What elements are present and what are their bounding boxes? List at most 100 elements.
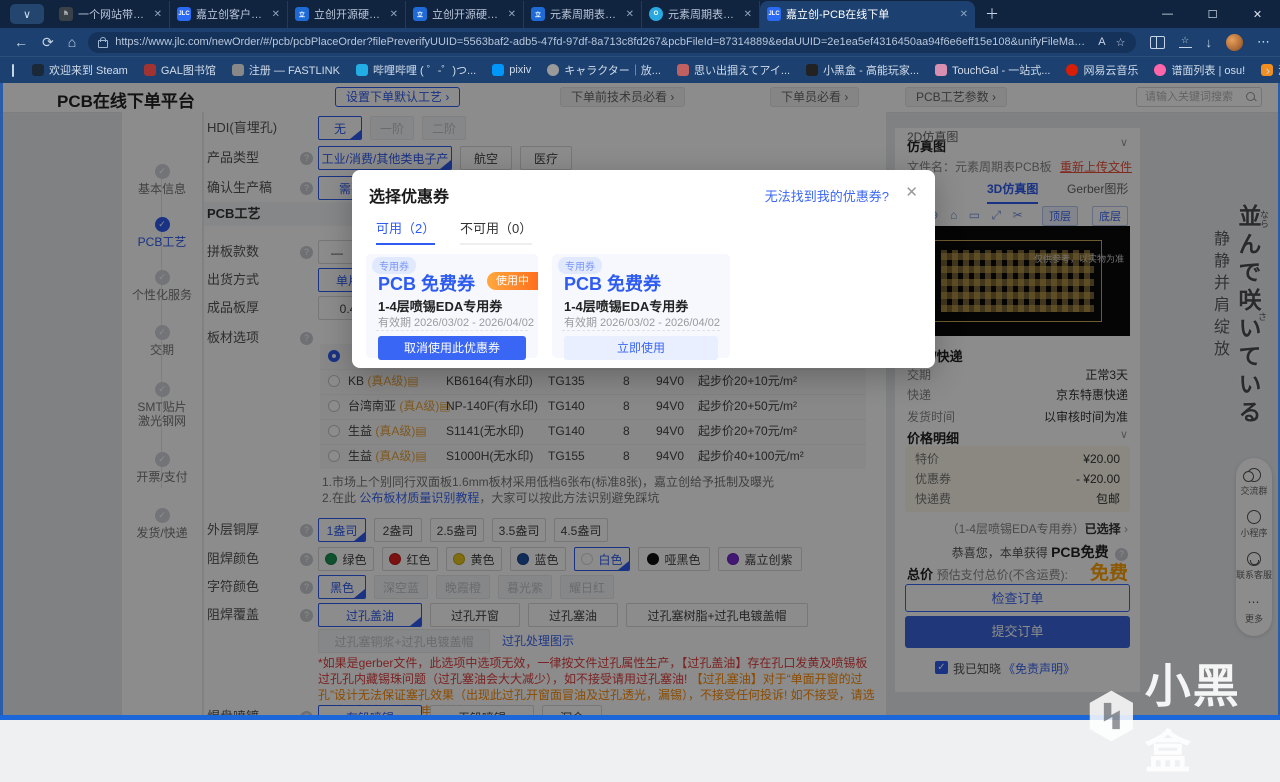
coupon-validity: 有效期 2026/03/02 - 2026/04/02: [378, 317, 534, 329]
tab-close-icon[interactable]: ✕: [626, 9, 634, 20]
tab-close-icon[interactable]: ✕: [960, 9, 968, 20]
bookmark-favicon: [492, 64, 505, 76]
bookmark-favicon: [547, 64, 560, 76]
bookmark-label: 哔哩哔哩 ( ゜-゜)つ...: [372, 65, 477, 77]
tab-title: 嘉立创客户中心: [196, 9, 267, 21]
tab-close-icon[interactable]: ✕: [390, 9, 398, 20]
bookmark-label: TouchGal - 一站式...: [952, 65, 1051, 77]
bookmark-label: pixiv: [509, 64, 532, 76]
close-icon[interactable]: ✕: [905, 183, 918, 201]
browser-tab[interactable]: 立 元素周期表PCB板（可白嫖）- 立 ✕: [524, 0, 642, 28]
bookmark-item[interactable]: 网易云音乐: [1066, 62, 1138, 78]
bookmark-item[interactable]: 思い出掴えてアイ...: [676, 62, 790, 78]
bookmarks-overflow-icon[interactable]: ›: [1266, 63, 1270, 78]
tab-title: 嘉立创-PCB在线下单: [786, 9, 890, 21]
bookmark-item[interactable]: 欢迎来到 Steam: [32, 62, 128, 78]
tab-favicon: JLC: [177, 7, 191, 21]
new-tab-button[interactable]: ＋: [985, 4, 999, 24]
browser-tab-bar: ∨ h 一个网站带你每月白嫖两套PCB小 ✕ JLC 嘉立创客户中心 ✕ 立 立…: [0, 0, 1280, 28]
bookmark-label: キャラクター｜放...: [564, 65, 661, 77]
bookmark-item[interactable]: 哔哩哔哩 ( ゜-゜)つ...: [355, 62, 477, 78]
settings-more-icon[interactable]: ⋯: [1257, 34, 1270, 50]
bookmark-favicon: [806, 64, 819, 76]
coupon-modal: 选择优惠券 无法找到我的优惠券? ✕ 可用（2） 不可用（0） 专用券 PCB …: [352, 170, 935, 368]
use-coupon-button[interactable]: 立即使用: [564, 336, 718, 360]
read-aloud-icon[interactable]: A: [1098, 36, 1105, 48]
favorites-icon[interactable]: ☆: [1178, 36, 1192, 48]
tab-title: 立创开源硬件平台: [432, 9, 503, 21]
bookmark-label: 注册 — FASTLINK: [248, 65, 340, 77]
split-screen-icon[interactable]: [1149, 35, 1165, 49]
bookmark-item[interactable]: 小黑盒 - 高能玩家...: [806, 62, 919, 78]
favorite-star-icon[interactable]: ☆: [1116, 36, 1126, 49]
refresh-icon[interactable]: ⟳: [42, 34, 54, 51]
tab-close-icon[interactable]: ✕: [744, 9, 752, 20]
tab-favicon: 立: [295, 7, 309, 21]
home-icon[interactable]: ⌂: [68, 34, 76, 50]
bookmark-item[interactable]: TouchGal - 一站式...: [935, 62, 1050, 78]
bookmark-favicon: [1066, 64, 1079, 76]
bookmark-favicon: [355, 64, 368, 76]
bookmark-item[interactable]: 谱面列表 | osu!: [1154, 62, 1245, 78]
bookmark-label: 欢迎来到 Steam: [49, 65, 128, 77]
window-controls: — ☐ ✕: [1145, 0, 1280, 28]
bookmark-item[interactable]: GAL图书馆: [143, 62, 216, 78]
divider: [376, 330, 528, 331]
coupon-title: PCB 免费券: [378, 274, 476, 294]
reading-list-icon[interactable]: [12, 63, 14, 77]
page-content: PCB在线下单平台 设置下单默认工艺 › 下单前技术员必看 › 下单员必看 › …: [0, 82, 1280, 720]
coupon-validity: 有效期 2026/03/02 - 2026/04/02: [564, 317, 720, 329]
browser-tab-active[interactable]: JLC 嘉立创-PCB在线下单 ✕: [760, 0, 975, 28]
profile-avatar[interactable]: [1226, 33, 1243, 51]
url-text[interactable]: https://www.jlc.com/newOrder/#/pcb/pcbPl…: [115, 36, 1088, 48]
browser-tab[interactable]: JLC 嘉立创客户中心 ✕: [170, 0, 288, 28]
tab-title: 一个网站带你每月白嫖两套PCB小: [78, 9, 149, 21]
modal-title: 选择优惠券: [369, 189, 450, 206]
maximize-button[interactable]: ☐: [1190, 0, 1235, 28]
bookmark-label: GAL图书馆: [160, 65, 216, 77]
tab-favicon: 立: [413, 7, 427, 21]
tab-available-coupons[interactable]: 可用（2）: [376, 218, 436, 245]
close-window-button[interactable]: ✕: [1235, 0, 1280, 28]
divider: [562, 330, 720, 331]
tab-close-icon[interactable]: ✕: [508, 9, 516, 20]
coupon-not-found-link[interactable]: 无法找到我的优惠券?: [765, 186, 889, 205]
tab-close-icon[interactable]: ✕: [272, 9, 280, 20]
browser-tab[interactable]: O 元素周期表PCB板（可白嫖）|元 ✕: [642, 0, 760, 28]
coupon-title: PCB 免费券: [564, 274, 662, 294]
tab-favicon: O: [649, 7, 663, 21]
bookmark-item[interactable]: キャラクター｜放...: [547, 62, 661, 78]
downloads-icon[interactable]: ↓: [1206, 35, 1213, 50]
browser-tab[interactable]: 立 立创开源硬件平台 ✕: [288, 0, 406, 28]
tab-title: 元素周期表PCB板（可白嫖）|元: [668, 9, 739, 21]
browser-tab[interactable]: 立 立创开源硬件平台 ✕: [406, 0, 524, 28]
cancel-coupon-button[interactable]: 取消使用此优惠券: [378, 336, 526, 360]
address-bar[interactable]: https://www.jlc.com/newOrder/#/pcb/pcbPl…: [88, 31, 1136, 53]
tab-title: 元素周期表PCB板（可白嫖）- 立: [550, 9, 621, 21]
back-icon[interactable]: ←: [14, 34, 28, 50]
bookmarks-bar: 欢迎来到 Steam GAL图书馆 注册 — FASTLINK 哔哩哔哩 ( ゜…: [0, 56, 1280, 83]
lock-icon: [98, 36, 109, 48]
tab-search-dropdown-icon[interactable]: ∨: [10, 4, 44, 24]
tab-title: 立创开源硬件平台: [314, 9, 385, 21]
watermark-label: 小黑盒: [1144, 660, 1241, 778]
minimize-button[interactable]: —: [1145, 0, 1190, 28]
bookmark-label: 网易云音乐: [1083, 65, 1139, 77]
bookmark-item[interactable]: pixiv: [492, 64, 531, 76]
tab-close-icon[interactable]: ✕: [154, 9, 162, 20]
heybox-logo-icon: [1089, 690, 1133, 742]
bookmark-favicon: [143, 64, 156, 76]
bookmark-label: 小黑盒 - 高能玩家...: [823, 65, 920, 77]
coupon-subtitle: 1-4层喷锡EDA专用券: [378, 299, 503, 314]
coupon-card[interactable]: 专用券 PCB 免费券 1-4层喷锡EDA专用券 有效期 2026/03/02 …: [552, 254, 730, 360]
bookmark-favicon: [231, 64, 244, 76]
in-use-badge: 使用中: [487, 272, 538, 290]
browser-tab[interactable]: h 一个网站带你每月白嫖两套PCB小 ✕: [52, 0, 170, 28]
bookmark-item[interactable]: 注册 — FASTLINK: [231, 62, 340, 78]
coupon-subtitle: 1-4层喷锡EDA专用券: [564, 299, 689, 314]
coupon-card[interactable]: 专用券 PCB 免费券 使用中 1-4层喷锡EDA专用券 有效期 2026/03…: [366, 254, 538, 360]
bookmark-item[interactable]: 游戏手柄测试仪 -...: [1261, 62, 1280, 78]
tab-unavailable-coupons[interactable]: 不可用（0）: [460, 218, 533, 245]
bookmark-favicon: [935, 64, 948, 76]
bookmark-favicon: [32, 64, 44, 76]
